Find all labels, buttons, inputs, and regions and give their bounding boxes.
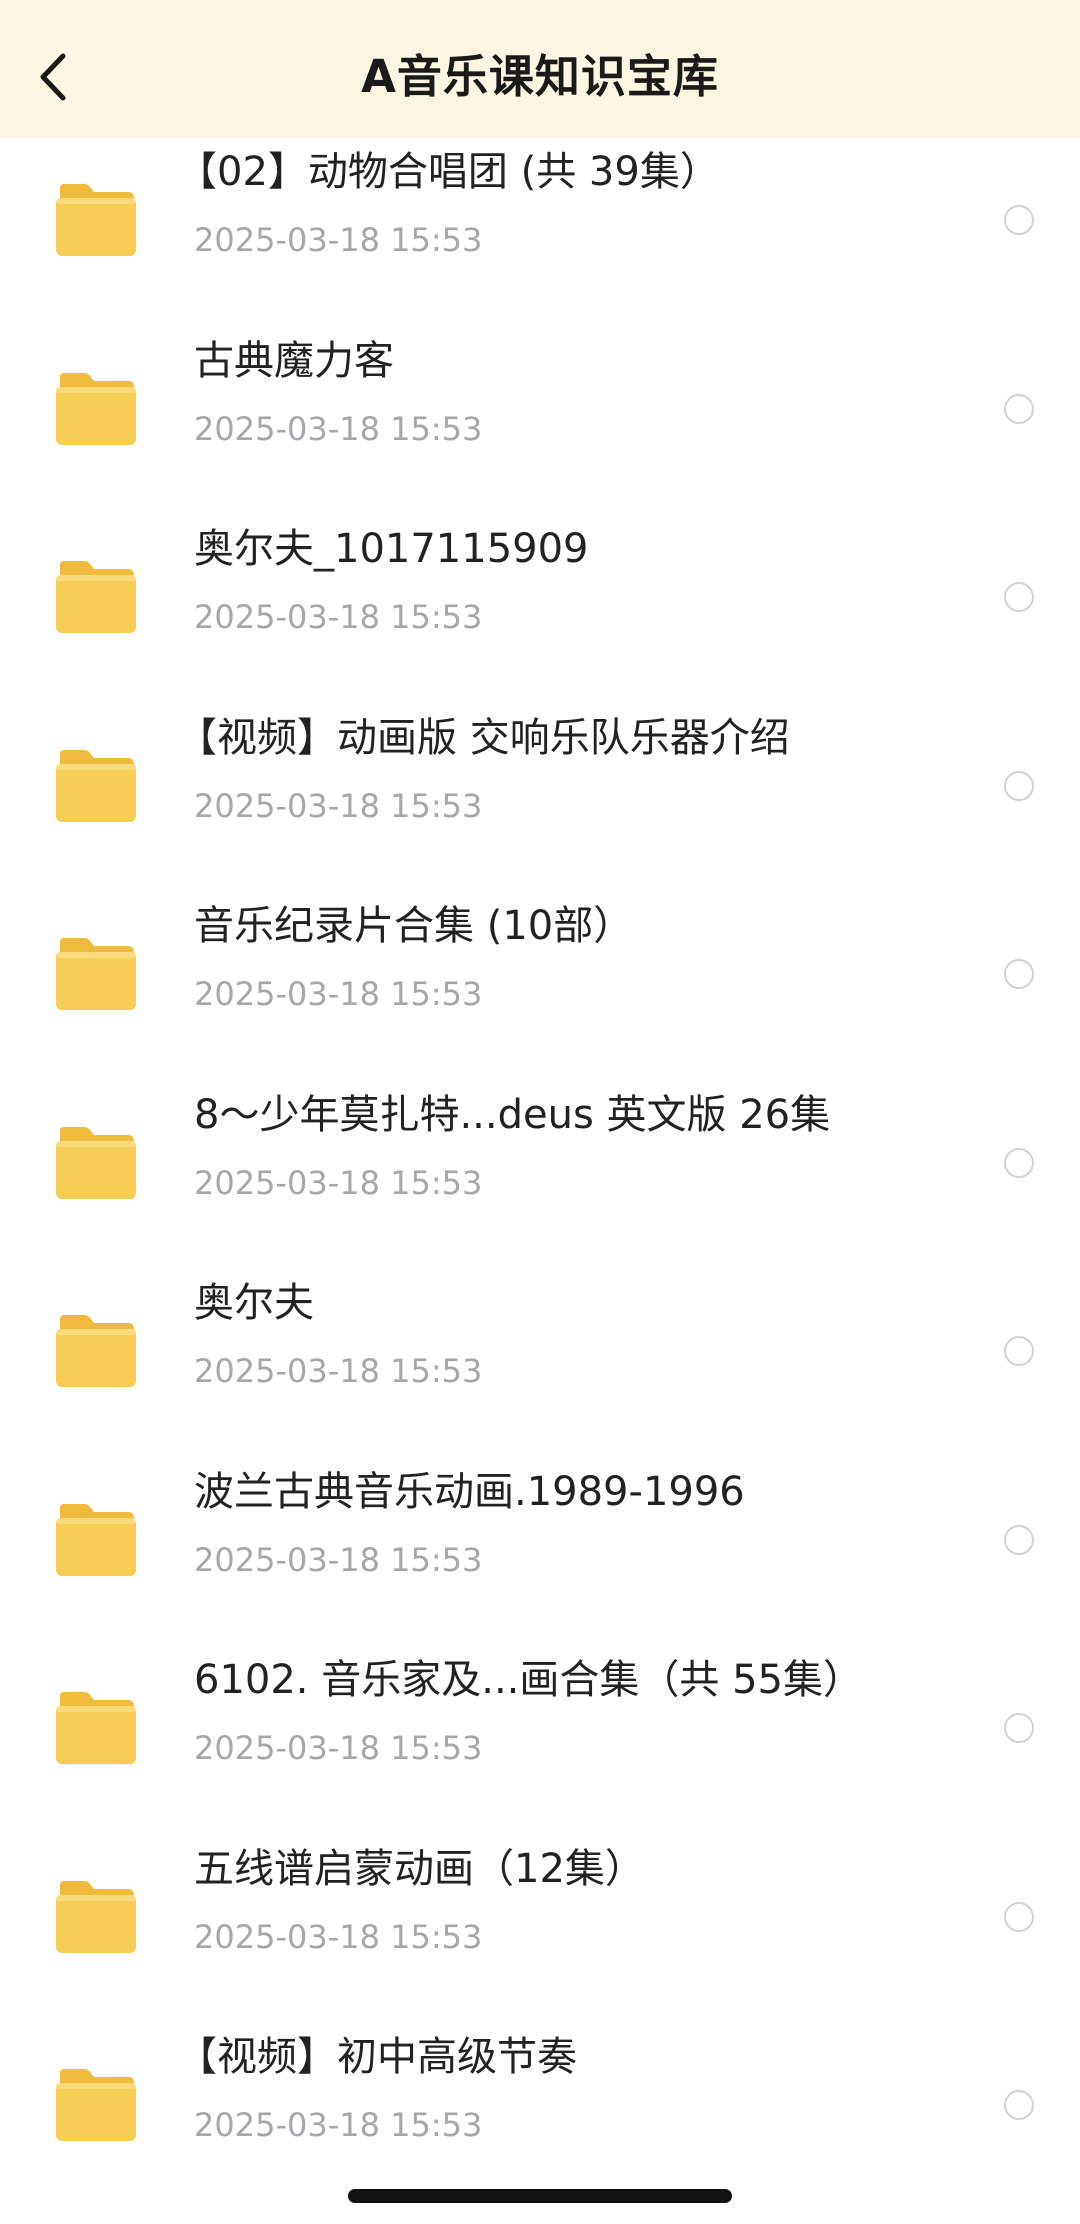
item-name: 【02】动物合唱团 (共 39集） (177, 149, 720, 195)
folder-icon (56, 184, 136, 256)
select-radio[interactable] (1004, 582, 1034, 612)
list-item[interactable]: 8～少年莫扎特...deus 英文版 26集 2025-03-18 15:53 (0, 1081, 1080, 1269)
folder-icon (56, 1692, 136, 1764)
folder-icon (56, 561, 136, 633)
item-name: 【视频】初中高级节奏 (177, 2034, 577, 2080)
list-item[interactable]: 波兰古典音乐动画.1989-1996 2025-03-18 15:53 (0, 1458, 1080, 1646)
select-radio[interactable] (1004, 1336, 1034, 1366)
list-item[interactable]: 奥尔夫 2025-03-18 15:53 (0, 1269, 1080, 1457)
select-radio[interactable] (1004, 2090, 1034, 2120)
item-name: 8～少年莫扎特...deus 英文版 26集 (194, 1091, 831, 1138)
list-item[interactable]: 音乐纪录片合集 (10部） 2025-03-18 15:53 (0, 892, 1080, 1080)
folder-icon (56, 938, 136, 1010)
item-date: 2025-03-18 15:53 (194, 598, 483, 636)
item-name: 奥尔夫 (194, 1280, 314, 1326)
folder-icon (56, 1503, 136, 1576)
item-date: 2025-03-18 15:53 (194, 1352, 483, 1390)
item-date: 2025-03-18 15:53 (194, 1163, 483, 1202)
select-radio[interactable] (1004, 959, 1034, 989)
back-button[interactable] (22, 40, 84, 114)
item-name: 波兰古典音乐动画.1989-1996 (194, 1468, 745, 1515)
chevron-left-icon (40, 53, 66, 101)
list-item[interactable]: 【02】动物合唱团 (共 39集） 2025-03-18 15:53 (0, 138, 1080, 326)
item-date: 2025-03-18 15:53 (194, 1917, 483, 1956)
list-item[interactable]: 古典魔力客 2025-03-18 15:53 (0, 327, 1080, 515)
select-radio[interactable] (1004, 393, 1034, 424)
folder-icon (56, 372, 136, 445)
list-item[interactable]: 奥尔夫_1017115909 2025-03-18 15:53 (0, 515, 1080, 703)
list-item[interactable]: 【视频】动画版 交响乐队乐器介绍 2025-03-18 15:53 (0, 704, 1080, 892)
select-radio[interactable] (1004, 1524, 1034, 1555)
item-date: 2025-03-18 15:53 (194, 975, 483, 1013)
home-indicator (348, 2189, 732, 2203)
item-name: 五线谱启蒙动画（12集） (194, 1845, 645, 1892)
folder-icon (56, 1126, 136, 1199)
select-radio[interactable] (1004, 1901, 1034, 1932)
item-date: 2025-03-18 15:53 (194, 1540, 483, 1579)
item-date: 2025-03-18 15:53 (194, 409, 483, 448)
item-name: 6102. 音乐家及...画合集（共 55集） (194, 1657, 863, 1703)
item-name: 【视频】动画版 交响乐队乐器介绍 (177, 714, 790, 761)
item-name: 奥尔夫_1017115909 (194, 526, 589, 572)
header-bar: A音乐课知识宝库 (0, 0, 1080, 138)
item-date: 2025-03-18 15:53 (194, 2106, 483, 2144)
item-date: 2025-03-18 15:53 (194, 221, 483, 259)
folder-icon (56, 1315, 136, 1387)
list-item[interactable]: 【视频】初中高级节奏 2025-03-18 15:53 (0, 2023, 1080, 2211)
item-name: 音乐纪录片合集 (10部） (194, 903, 634, 949)
select-radio[interactable] (1004, 1713, 1034, 1743)
folder-icon (56, 2069, 136, 2141)
select-radio[interactable] (1004, 1147, 1034, 1178)
select-radio[interactable] (1004, 770, 1034, 801)
item-date: 2025-03-18 15:53 (194, 1729, 483, 1767)
list-item[interactable]: 6102. 音乐家及...画合集（共 55集） 2025-03-18 15:53 (0, 1646, 1080, 1834)
list-item[interactable]: 五线谱启蒙动画（12集） 2025-03-18 15:53 (0, 1835, 1080, 2023)
item-name: 古典魔力客 (194, 337, 394, 384)
folder-icon (56, 1880, 136, 1953)
page-title: A音乐课知识宝库 (361, 50, 719, 103)
select-radio[interactable] (1004, 205, 1034, 235)
folder-icon (56, 749, 136, 822)
item-date: 2025-03-18 15:53 (194, 786, 483, 825)
